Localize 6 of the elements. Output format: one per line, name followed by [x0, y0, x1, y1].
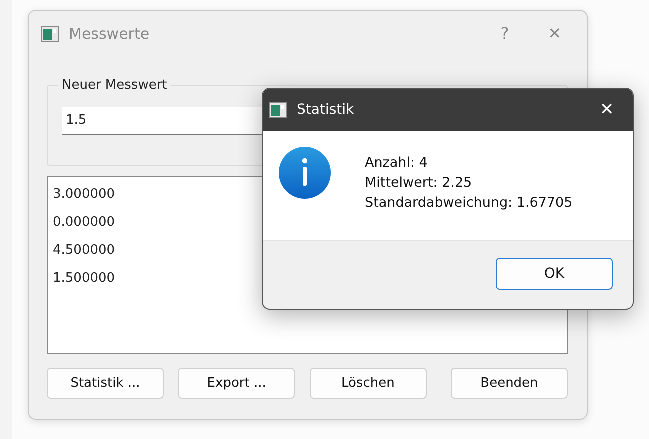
group-title: Neuer Messwert — [61, 78, 168, 93]
statistic-text: Anzahl: 4 — [365, 154, 428, 173]
statistic-text: Standardabweichung: 1.67705 — [365, 194, 573, 213]
statistic-text: Mittelwert: 2.25 — [365, 174, 472, 193]
dialog-title: Statistik — [297, 102, 356, 118]
window-title: Messwerte — [69, 24, 151, 42]
